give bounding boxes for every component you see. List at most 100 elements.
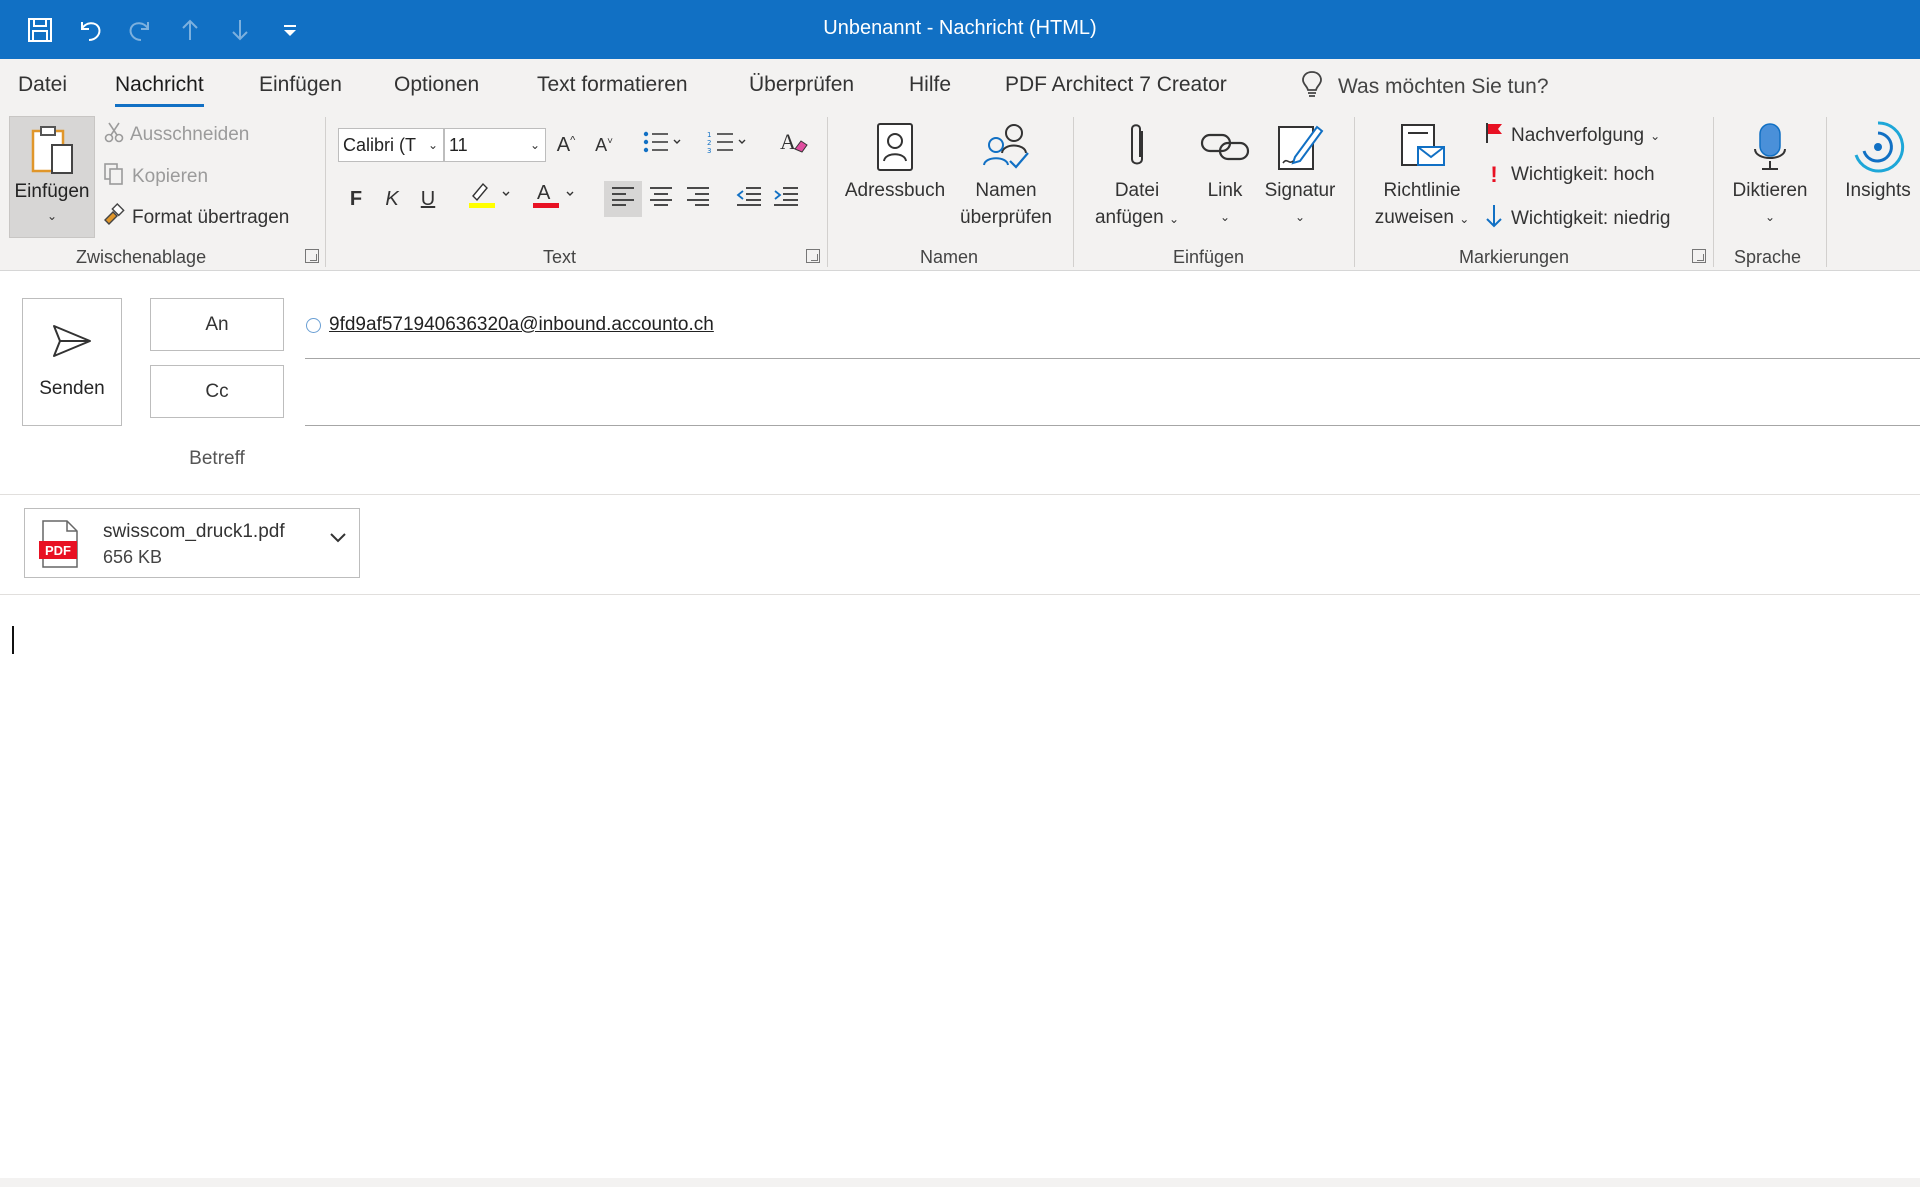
to-field[interactable]	[305, 358, 1920, 359]
assign-policy-icon	[1394, 119, 1450, 175]
tab-optionen[interactable]: Optionen	[394, 73, 479, 97]
chevron-down-icon: ⌄	[1168, 212, 1180, 226]
attach-file-label-1: Datei	[1114, 180, 1160, 201]
presence-icon	[306, 317, 321, 333]
format-painter-label: Format übertragen	[132, 207, 290, 228]
font-color-icon: A	[531, 178, 577, 216]
insert-group-label: Einfügen	[1173, 247, 1245, 267]
clipboard-icon	[30, 125, 76, 180]
group-divider	[1073, 117, 1074, 267]
text-launcher-icon[interactable]	[806, 249, 820, 263]
copy-label: Kopieren	[132, 166, 209, 187]
tags-group-label: Markierungen	[1459, 247, 1570, 267]
group-divider	[1826, 117, 1827, 267]
address-book-button[interactable]: Adressbuch	[842, 119, 948, 204]
attachment-card[interactable]: PDF swisscom_druck1.pdf 656 KB	[24, 508, 360, 578]
importance-low-button[interactable]: Wichtigkeit: niedrig	[1483, 203, 1670, 235]
tell-me-search[interactable]: Was möchten Sie tun?	[1300, 69, 1549, 105]
shrink-font-button[interactable]: A˅	[588, 129, 620, 161]
numbered-list-icon: 123	[707, 130, 747, 160]
font-size-combo[interactable]: 11 ⌄	[444, 128, 546, 162]
svg-text:2: 2	[707, 139, 711, 147]
clear-formatting-icon: A	[779, 129, 809, 161]
chevron-down-icon: ⌄	[1459, 212, 1470, 226]
send-button[interactable]: Senden	[22, 298, 122, 426]
chevron-down-icon: ⌄	[427, 138, 438, 152]
follow-up-button[interactable]: Nachverfolgung ⌄	[1483, 121, 1660, 151]
tab-text-formatieren[interactable]: Text formatieren	[537, 73, 688, 97]
signature-button[interactable]: Signatur ⌄	[1260, 119, 1340, 231]
assign-policy-label-2: zuweisen ⌄	[1375, 204, 1470, 233]
paste-button[interactable]: Einfügen ⌄	[9, 116, 95, 238]
svg-text:A: A	[537, 182, 551, 204]
align-left-button[interactable]	[604, 181, 642, 217]
align-center-button[interactable]	[645, 183, 677, 215]
signature-icon	[1272, 119, 1328, 175]
font-name-value: Calibri (T	[343, 135, 417, 155]
font-size-value: 11	[449, 135, 468, 155]
decrease-indent-button[interactable]	[733, 183, 765, 215]
attach-file-button[interactable]: Datei anfügen ⌄	[1086, 119, 1188, 233]
grow-font-icon: A^	[556, 133, 576, 156]
italic-button[interactable]: K	[376, 183, 408, 215]
tab-einfuegen[interactable]: Einfügen	[259, 73, 342, 97]
lightbulb-icon	[1300, 69, 1324, 105]
to-button[interactable]: An	[150, 298, 284, 351]
align-right-button[interactable]	[682, 183, 714, 215]
copy-button[interactable]: Kopieren	[102, 162, 208, 192]
increase-indent-button[interactable]	[770, 183, 802, 215]
link-button[interactable]: Link ⌄	[1192, 119, 1258, 231]
highlight-button[interactable]	[464, 181, 516, 213]
chevron-down-icon: ⌄	[1294, 210, 1306, 224]
copy-icon	[102, 162, 126, 192]
tab-ueberpruefen[interactable]: Überprüfen	[749, 73, 854, 97]
scissors-icon	[104, 121, 124, 149]
to-recipient-address: 9fd9af571940636320a@inbound.accounto.ch	[329, 314, 714, 335]
window-title: Unbenannt - Nachricht (HTML)	[823, 17, 1097, 39]
message-body[interactable]	[0, 596, 1920, 1176]
bold-button[interactable]: F	[340, 183, 372, 215]
dictate-label: Diktieren	[1732, 180, 1808, 201]
numbering-button[interactable]: 123	[702, 129, 752, 161]
chevron-down-icon: ⌄	[529, 138, 540, 152]
send-label: Senden	[39, 378, 105, 399]
dictate-button[interactable]: Diktieren ⌄	[1722, 119, 1818, 231]
chevron-down-icon: ⌄	[1764, 210, 1776, 224]
tags-launcher-icon[interactable]	[1692, 249, 1706, 263]
font-name-combo[interactable]: Calibri (T ⌄	[338, 128, 444, 162]
tab-hilfe[interactable]: Hilfe	[909, 73, 951, 97]
cc-field[interactable]	[305, 425, 1920, 426]
cc-button[interactable]: Cc	[150, 365, 284, 418]
attachment-menu-chevron-icon[interactable]	[329, 531, 347, 550]
ribbon: Einfügen ⌄ Ausschneiden Kopieren Format …	[0, 111, 1920, 271]
format-painter-button[interactable]: Format übertragen	[102, 203, 289, 233]
decrease-indent-icon	[736, 186, 762, 212]
importance-low-label: Wichtigkeit: niedrig	[1511, 208, 1671, 229]
subject-field[interactable]	[305, 436, 1920, 488]
cut-button[interactable]: Ausschneiden	[104, 121, 249, 149]
align-left-icon	[611, 186, 635, 212]
svg-text:A: A	[780, 129, 796, 154]
tab-pdf-architect[interactable]: PDF Architect 7 Creator	[1005, 73, 1227, 97]
paperclip-icon	[1109, 119, 1165, 175]
to-recipient[interactable]: 9fd9af571940636320a@inbound.accounto.ch	[306, 314, 714, 336]
svg-text:3: 3	[707, 147, 711, 154]
names-group-label: Namen	[920, 247, 979, 267]
importance-high-button[interactable]: ! Wichtigkeit: hoch	[1483, 162, 1654, 188]
check-names-button[interactable]: Namen überprüfen	[950, 119, 1062, 231]
attachment-divider	[0, 594, 1920, 595]
assign-policy-button[interactable]: Richtlinie zuweisen ⌄	[1366, 119, 1478, 233]
flag-icon	[1483, 121, 1505, 151]
underline-button[interactable]: U	[412, 183, 444, 215]
tab-datei[interactable]: Datei	[18, 73, 67, 97]
bullets-button[interactable]	[637, 129, 687, 161]
font-color-button[interactable]: A	[528, 181, 580, 213]
grow-font-button[interactable]: A^	[550, 129, 582, 161]
clipboard-launcher-icon[interactable]	[305, 249, 319, 263]
attachment-name: swisscom_druck1.pdf	[103, 521, 285, 542]
tab-nachricht[interactable]: Nachricht	[115, 73, 204, 107]
header-divider	[0, 494, 1920, 495]
clear-formatting-button[interactable]: A	[778, 129, 810, 161]
assign-policy-label-1: Richtlinie	[1383, 180, 1461, 201]
insights-button[interactable]: Insights	[1836, 119, 1920, 204]
